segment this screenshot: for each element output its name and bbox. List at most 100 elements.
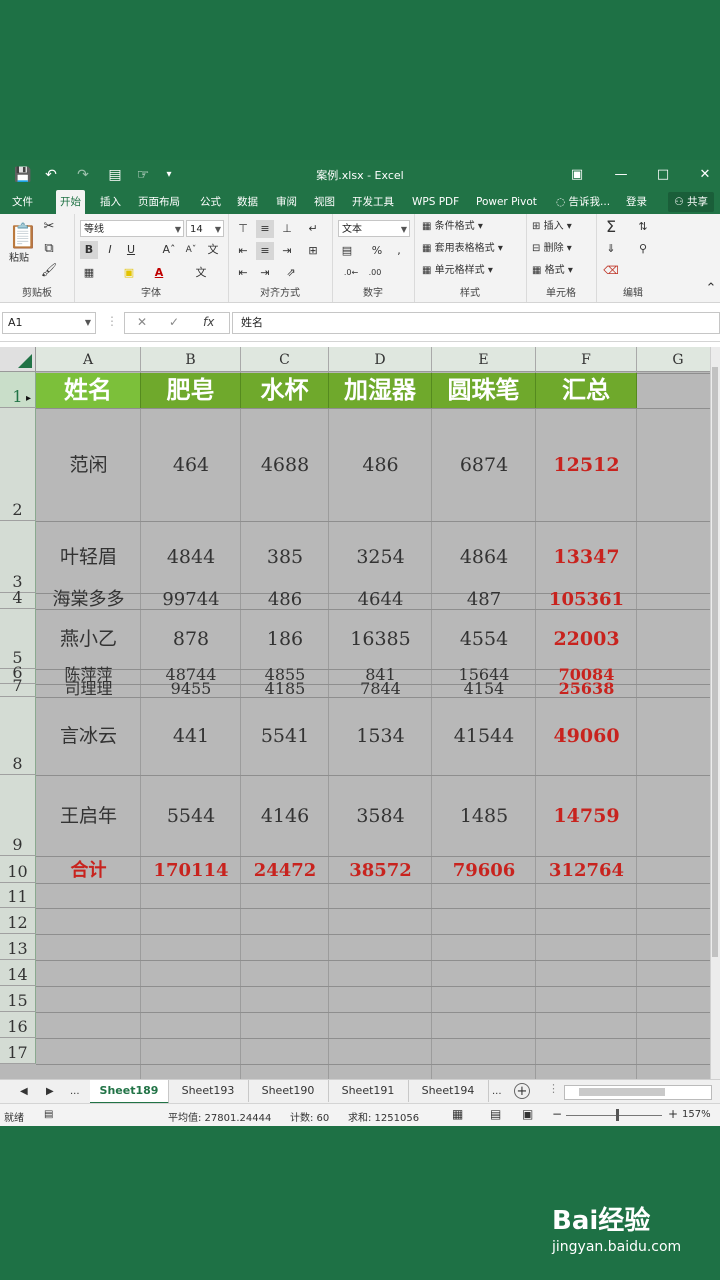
sheet-tab-sheet194[interactable]: Sheet194: [408, 1080, 489, 1102]
bold-icon[interactable]: B: [80, 241, 98, 259]
row-header-17[interactable]: 17: [0, 1038, 36, 1064]
summary-cell[interactable]: 14759: [536, 804, 637, 828]
enter-icon[interactable]: ✓: [169, 315, 179, 329]
tab-developer[interactable]: 开发工具: [348, 190, 398, 214]
name-box[interactable]: A1 ▼: [2, 312, 96, 334]
cell-styles-button[interactable]: ▦ 单元格样式 ▾: [422, 262, 493, 280]
name-cell[interactable]: 海棠多多: [36, 588, 141, 612]
number-format-select[interactable]: 文本 ▼: [338, 220, 410, 237]
sheet-tab-sheet191[interactable]: Sheet191: [328, 1080, 409, 1102]
data-cell[interactable]: 5544: [141, 804, 241, 828]
zoom-out-icon[interactable]: −: [552, 1107, 562, 1121]
header-cell[interactable]: 圆珠笔: [432, 373, 536, 408]
zoom-in-icon[interactable]: +: [668, 1107, 678, 1121]
worksheet-grid[interactable]: A B C D E F G 1 2 3 4 5 6 7 8 9 10 11 12 13 14 15 16 17 姓名 肥皂 水杯 加湿…: [0, 347, 720, 1079]
sheet-tab-sheet193[interactable]: Sheet193: [168, 1080, 249, 1102]
underline-icon[interactable]: U: [122, 241, 140, 259]
data-cell[interactable]: 1534: [329, 724, 432, 748]
currency-icon[interactable]: ▤: [338, 242, 356, 260]
close-icon[interactable]: ✕: [690, 164, 720, 186]
row-header-5[interactable]: 5: [0, 609, 36, 669]
decrease-font-icon[interactable]: Aˇ: [182, 241, 200, 259]
row-header-16[interactable]: 16: [0, 1012, 36, 1038]
middle-align-icon[interactable]: ≡: [256, 220, 274, 238]
header-cell[interactable]: 肥皂: [141, 373, 241, 408]
tab-wps-pdf[interactable]: WPS PDF: [408, 190, 463, 214]
row-header-3[interactable]: 3: [0, 521, 36, 593]
borders-icon[interactable]: ▦: [80, 264, 98, 282]
data-cell[interactable]: 99744: [141, 588, 241, 612]
data-cell[interactable]: 3584: [329, 804, 432, 828]
summary-cell[interactable]: 105361: [536, 588, 637, 612]
insert-cells-button[interactable]: ⊞ 插入 ▾: [532, 218, 572, 236]
share-button[interactable]: ⚇ 共享: [668, 192, 714, 212]
data-cell[interactable]: 5541: [241, 724, 329, 748]
name-cell[interactable]: 王启年: [36, 804, 141, 828]
increase-decimal-icon[interactable]: .0←: [342, 264, 360, 282]
page-layout-view-icon[interactable]: ▤: [490, 1107, 501, 1121]
format-cells-button[interactable]: ▦ 格式 ▾: [532, 262, 573, 280]
column-header-e[interactable]: E: [432, 347, 536, 372]
login-link[interactable]: 登录: [622, 190, 651, 214]
ribbon-display-icon[interactable]: ▣: [562, 164, 592, 186]
data-cell[interactable]: 9455: [141, 677, 241, 701]
row-header-12[interactable]: 12: [0, 908, 36, 934]
total-cell[interactable]: 合计: [36, 859, 141, 883]
data-cell[interactable]: 1485: [432, 804, 536, 828]
more-sheets-left[interactable]: ...: [70, 1084, 80, 1100]
data-cell[interactable]: 4644: [329, 588, 432, 612]
tab-formulas[interactable]: 公式: [196, 190, 225, 214]
prev-sheet-icon[interactable]: ◀: [20, 1084, 28, 1100]
data-cell[interactable]: 4844: [141, 545, 241, 569]
horizontal-scrollbar[interactable]: [564, 1085, 712, 1100]
tab-page-layout[interactable]: 页面布局: [134, 190, 184, 214]
header-cell[interactable]: 汇总: [536, 373, 637, 408]
header-cell[interactable]: 加湿器: [329, 373, 432, 408]
data-cell[interactable]: 385: [241, 545, 329, 569]
scroll-thumb[interactable]: [712, 367, 718, 957]
column-header-g[interactable]: G: [637, 347, 720, 372]
font-name-select[interactable]: 等线 ▼: [80, 220, 184, 237]
next-sheet-icon[interactable]: ▶: [46, 1084, 54, 1100]
font-settings-icon[interactable]: 文: [192, 264, 210, 282]
format-painter-icon[interactable]: 🖌: [40, 262, 58, 280]
column-header-d[interactable]: D: [329, 347, 432, 372]
orientation-icon[interactable]: ⇗: [282, 264, 300, 282]
data-cell[interactable]: 4688: [241, 453, 329, 477]
total-cell[interactable]: 38572: [329, 859, 432, 883]
more-sheets-right[interactable]: ...: [492, 1084, 502, 1100]
row-header-4[interactable]: 4: [0, 589, 36, 609]
tab-insert[interactable]: 插入: [96, 190, 125, 214]
zoom-slider[interactable]: [566, 1115, 662, 1116]
tab-review[interactable]: 审阅: [272, 190, 301, 214]
copy-icon[interactable]: ⧉: [40, 240, 58, 258]
row-header-8[interactable]: 8: [0, 697, 36, 775]
page-break-view-icon[interactable]: ▣: [522, 1107, 533, 1121]
data-cell[interactable]: 878: [141, 627, 241, 651]
sheet-tab-sheet189[interactable]: Sheet189: [90, 1080, 169, 1104]
header-cell[interactable]: 姓名: [36, 373, 141, 408]
collapse-ribbon-icon[interactable]: ⌃: [702, 280, 720, 298]
zoom-level[interactable]: 157%: [682, 1109, 711, 1120]
minimize-icon[interactable]: —: [606, 164, 636, 186]
data-cell[interactable]: 464: [141, 453, 241, 477]
align-left-icon[interactable]: ⇤: [234, 242, 252, 260]
data-cell[interactable]: 4146: [241, 804, 329, 828]
merge-center-icon[interactable]: ⊞: [304, 242, 322, 260]
name-cell[interactable]: 言冰云: [36, 724, 141, 748]
font-color-icon[interactable]: A: [150, 264, 168, 282]
decrease-indent-icon[interactable]: ⇤: [234, 264, 252, 282]
total-cell[interactable]: 79606: [432, 859, 536, 883]
cancel-icon[interactable]: ✕: [137, 315, 147, 329]
row-header-15[interactable]: 15: [0, 986, 36, 1012]
wrap-text-icon[interactable]: ↵: [304, 220, 322, 238]
row-header-11[interactable]: 11: [0, 883, 36, 908]
total-cell[interactable]: 170114: [141, 859, 241, 883]
tab-home[interactable]: 开始: [56, 190, 85, 214]
autosum-icon[interactable]: Σ: [602, 218, 620, 236]
increase-indent-icon[interactable]: ⇥: [256, 264, 274, 282]
tab-file[interactable]: 文件: [8, 190, 37, 214]
data-cell[interactable]: 41544: [432, 724, 536, 748]
column-header-f[interactable]: F: [536, 347, 637, 372]
row-header-10[interactable]: 10: [0, 856, 36, 883]
